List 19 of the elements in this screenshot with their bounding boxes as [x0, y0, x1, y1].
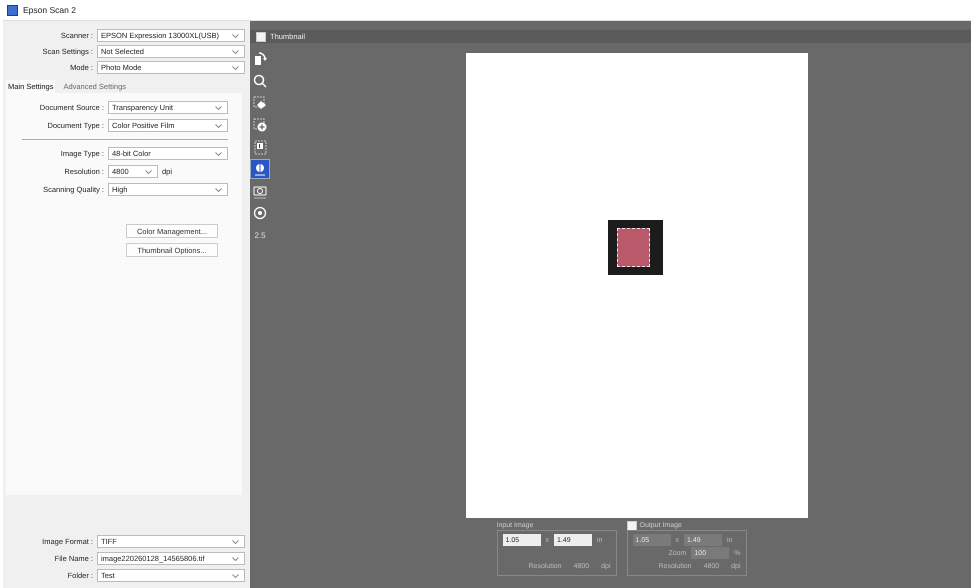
chevron-icon	[232, 574, 239, 578]
chevron-icon	[145, 170, 152, 174]
chevron-icon	[215, 152, 222, 156]
thumbnail-checkbox[interactable]	[256, 32, 266, 42]
app-icon	[7, 4, 18, 16]
output-image-checkbox[interactable]	[626, 520, 636, 530]
chevron-icon	[232, 66, 239, 70]
chevron-icon	[232, 556, 239, 560]
window-title: Epson Scan 2	[23, 5, 76, 15]
search-icon[interactable]	[251, 72, 269, 90]
toolbar-label[interactable]: 2.5	[251, 226, 269, 244]
chevron-icon	[232, 50, 239, 54]
chevron-icon	[215, 188, 222, 192]
chevron-icon	[232, 540, 239, 544]
add-icon[interactable]	[251, 116, 269, 134]
chevron-icon	[215, 106, 222, 110]
chevron-icon	[232, 34, 239, 38]
chevron-icon	[215, 124, 222, 128]
selection-marquee[interactable]	[616, 228, 650, 267]
